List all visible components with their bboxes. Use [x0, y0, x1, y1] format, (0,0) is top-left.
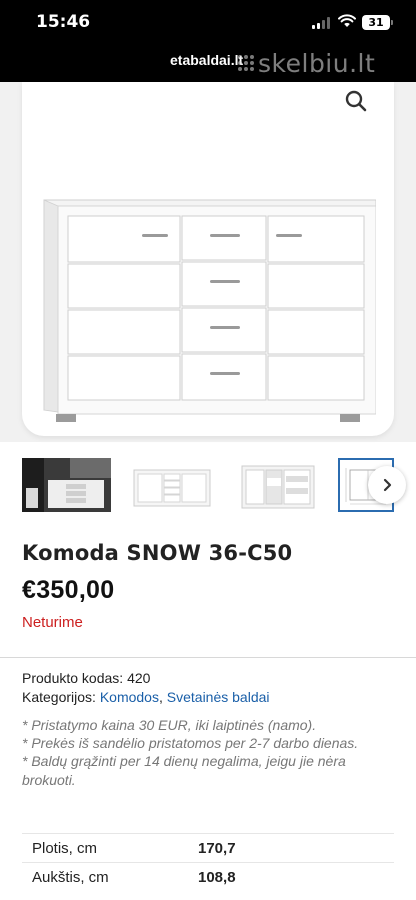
- wifi-icon: [338, 14, 356, 27]
- dresser-image: [43, 199, 376, 422]
- url-bar[interactable]: etabaldai.lt skelbiu.lt: [0, 48, 416, 82]
- battery-cap: [391, 20, 393, 25]
- category-link-komodos[interactable]: Komodos: [100, 689, 159, 705]
- note-delivery-price: * Pristatymo kaina 30 EUR, iki laiptinės…: [22, 717, 317, 733]
- gallery-thumbnail[interactable]: [236, 458, 320, 512]
- product-categories: Kategorijos: Komodos, Svetainės baldai: [22, 689, 270, 705]
- signal-icon: [312, 17, 332, 29]
- gallery-next-button[interactable]: [368, 466, 406, 504]
- magnifier-icon[interactable]: [344, 89, 368, 113]
- battery-icon: 31: [362, 15, 390, 30]
- spec-label: Aukštis, cm: [32, 869, 109, 886]
- categories-label: Kategorijos:: [22, 689, 96, 705]
- category-link-svetaines-baldai[interactable]: Svetainės baldai: [167, 689, 270, 705]
- chevron-right-icon: [383, 478, 392, 492]
- spec-value: 170,7: [198, 840, 236, 857]
- status-time: 15:46: [36, 12, 91, 32]
- note-returns: * Baldų grąžinti per 14 dienų negalima, …: [22, 753, 346, 788]
- gallery-thumbnail[interactable]: [130, 458, 214, 512]
- product-price: €350,00: [22, 576, 115, 604]
- url-domain[interactable]: etabaldai.lt: [170, 52, 243, 68]
- skelbiu-watermark-text: skelbiu.lt: [258, 48, 376, 78]
- gallery-thumbnail[interactable]: [22, 458, 111, 512]
- spec-row: Plotis, cm 170,7: [22, 833, 394, 862]
- note-delivery-time: * Prekės iš sandėlio pristatomos per 2-7…: [22, 735, 359, 752]
- stock-status: Neturime: [22, 614, 83, 631]
- status-bar: 15:46 31: [0, 0, 416, 48]
- spec-value: 108,8: [198, 869, 236, 886]
- product-title: Komoda SNOW 36-C50: [22, 541, 293, 565]
- section-divider: [0, 657, 416, 658]
- skelbiu-dots-icon: [238, 55, 254, 71]
- spec-label: Plotis, cm: [32, 840, 98, 857]
- product-code-value: 420: [127, 670, 151, 686]
- product-code: Produkto kodas: 420: [22, 670, 150, 686]
- skelbiu-watermark: skelbiu.lt: [238, 48, 375, 78]
- spec-row: Aukštis, cm 108,8: [22, 862, 394, 891]
- category-separator: ,: [158, 689, 163, 705]
- gallery-thumbnails: [22, 458, 416, 514]
- delivery-notes: * Pristatymo kaina 30 EUR, iki laiptinės…: [22, 716, 402, 789]
- product-code-label: Produkto kodas:: [22, 670, 124, 686]
